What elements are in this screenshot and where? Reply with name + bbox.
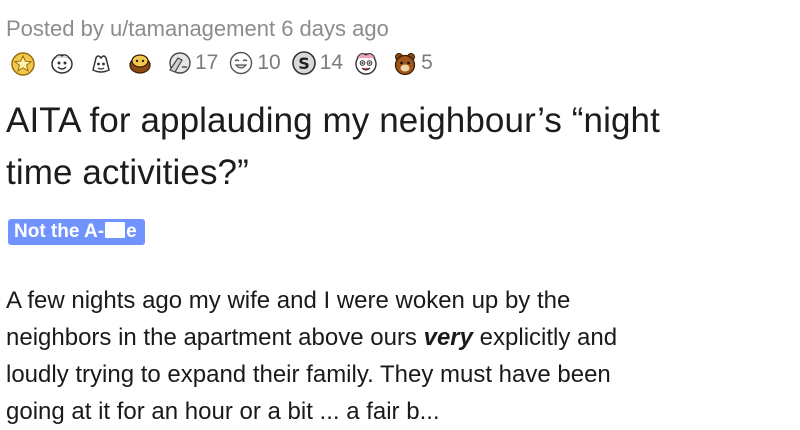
- flair-text-start: Not the A-: [14, 221, 105, 242]
- award-count: 17: [195, 51, 219, 74]
- award-count: 10: [257, 51, 281, 74]
- award-crazy[interactable]: [353, 50, 382, 76]
- username-link[interactable]: u/tamanagement: [110, 16, 275, 41]
- redaction-block: [105, 222, 126, 238]
- flair-text-end: e: [126, 221, 137, 242]
- posted-by-label: Posted by: [6, 16, 110, 41]
- award-laughing[interactable]: 10: [228, 50, 281, 76]
- award-count: 14: [319, 51, 344, 74]
- post-flair[interactable]: Not the A-e: [8, 219, 145, 245]
- award-hug[interactable]: [127, 50, 156, 76]
- award-bear[interactable]: 5: [392, 50, 433, 76]
- body-text: explicitly and: [473, 324, 618, 351]
- body-line: A few nights ago my wife and I were woke…: [6, 287, 571, 314]
- body-line: neighbors in the apartment above ours ve…: [6, 319, 796, 356]
- post-meta: Posted by u/tamanagement 6 days ago: [6, 16, 389, 42]
- award-facepalm[interactable]: 17: [166, 50, 218, 76]
- award-helpful[interactable]: [88, 50, 117, 76]
- post-time[interactable]: 6 days ago: [281, 16, 389, 41]
- laughing-face-icon: [230, 51, 253, 75]
- body-line: going at it for an hour or a bit ... a f…: [6, 398, 440, 425]
- svg-text:S: S: [298, 54, 310, 73]
- wholesome-face-icon: [51, 54, 73, 74]
- post-title-line: AITA for applauding my neighbour’s “nigh…: [6, 101, 660, 140]
- post-body: A few nights ago my wife and I were woke…: [6, 282, 796, 430]
- post-title-line: time activities?”: [6, 153, 249, 192]
- hug-bear-icon: [129, 54, 151, 74]
- post-title[interactable]: AITA for applauding my neighbour’s “nigh…: [6, 95, 796, 199]
- silver-s-icon: S: [291, 51, 316, 75]
- face-palm-icon: [169, 52, 191, 74]
- award-silver[interactable]: S 14: [291, 50, 343, 76]
- bear-icon: [394, 53, 416, 76]
- crazy-face-icon: [355, 53, 377, 75]
- awards-row[interactable]: 17 10 S 14 5: [10, 48, 433, 78]
- post-card: Posted by u/tamanagement 6 days ago 17 1…: [0, 0, 800, 425]
- body-emphasis: very: [423, 324, 473, 351]
- award-count: 5: [421, 51, 433, 74]
- body-text: neighbors in the apartment above ours: [6, 324, 424, 351]
- helpful-hand-icon: [92, 55, 110, 73]
- award-wholesome[interactable]: [49, 50, 78, 76]
- gold-medal-icon: [11, 52, 35, 76]
- award-gold[interactable]: [10, 50, 39, 76]
- body-line: loudly trying to expand their family. Th…: [6, 361, 611, 388]
